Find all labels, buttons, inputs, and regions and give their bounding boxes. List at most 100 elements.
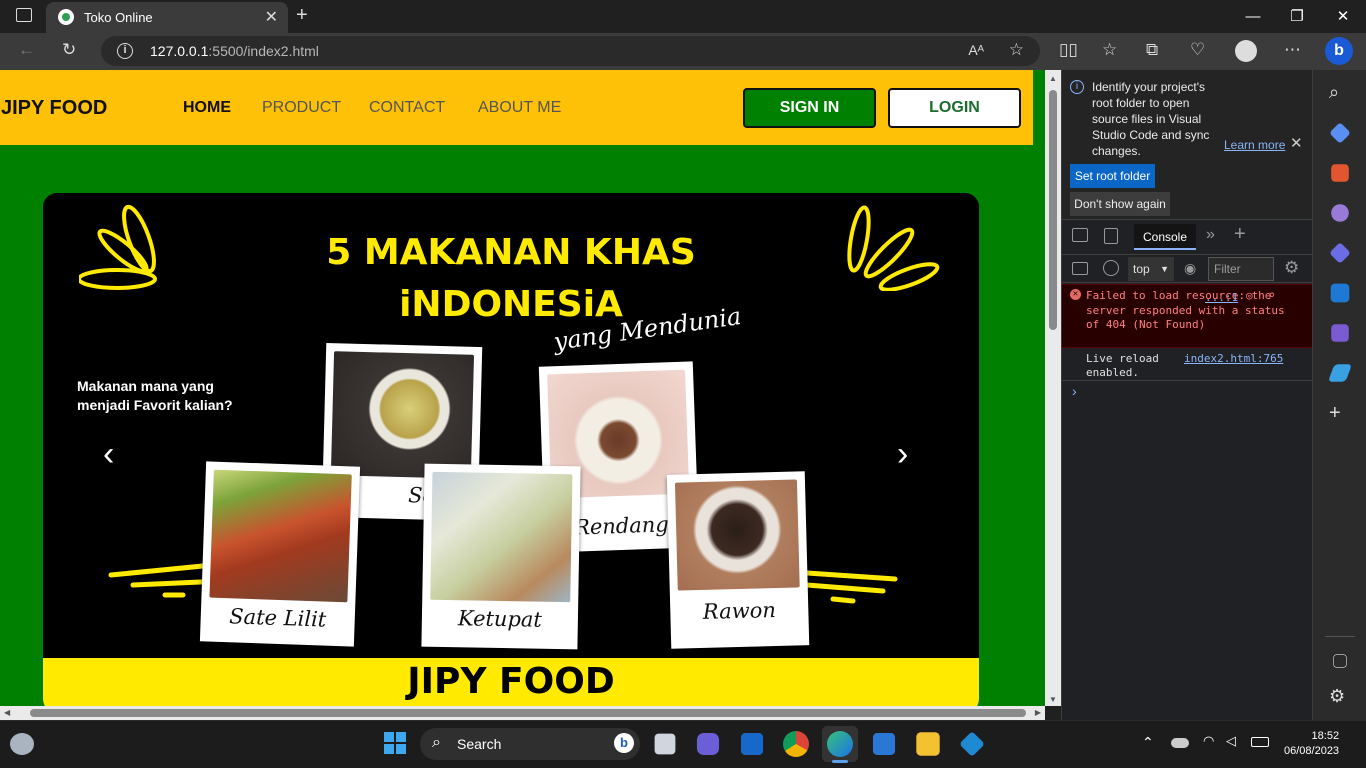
profile-avatar[interactable] [1235,40,1257,62]
favicon-icon [58,9,74,25]
back-icon[interactable]: ← [18,40,35,60]
onedrive-icon[interactable] [1171,738,1189,748]
search-icon[interactable]: ⌕ [1329,82,1351,104]
browser-essentials-icon[interactable]: ♡ [1190,40,1205,60]
refresh-icon[interactable]: ↻ [62,40,76,60]
clock[interactable]: 18:52 06/08/2023 [1284,729,1339,759]
favorite-star-icon[interactable]: ☆ [1009,40,1024,60]
nav-product[interactable]: PRODUCT [262,99,341,117]
bing-copilot-icon[interactable]: b [1325,37,1353,65]
windows-taskbar [0,720,1366,768]
close-infobar-icon[interactable]: ✕ [1290,134,1303,152]
log-source-link[interactable]: index2.html:765 [1184,352,1283,366]
edge-icon[interactable] [827,731,853,757]
hide-sidebar-icon[interactable] [1333,654,1347,668]
inspect-icon[interactable] [1072,228,1088,242]
chrome-icon[interactable] [783,731,809,757]
new-tab-icon[interactable]: + [296,4,308,27]
start-tile-4 [396,744,406,754]
shopping-icon[interactable] [1329,122,1351,144]
food-caption-ketupat: Ketupat [457,606,543,632]
nav-about[interactable]: ABOUT ME [478,99,561,117]
wifi-icon[interactable]: ◠ [1203,733,1214,749]
context-select[interactable]: top ▼ [1128,257,1174,281]
tools-icon[interactable] [1331,164,1349,182]
console-sidebar-icon[interactable] [1072,262,1088,275]
tab-actions-icon[interactable] [16,8,32,22]
question-line2: menjadi Favorit kalian? [77,397,233,413]
clear-console-icon[interactable] [1103,260,1119,276]
teams-icon[interactable] [696,732,720,756]
carousel-prev-icon[interactable]: ‹ [103,435,114,474]
dont-show-again-button[interactable]: Don't show again [1070,192,1170,216]
add-sidebar-app-icon[interactable]: + [1329,402,1351,424]
banner-question: Makanan mana yang menjadi Favorit kalian… [77,377,277,415]
filter-input[interactable]: Filter [1208,257,1274,281]
set-root-folder-button[interactable]: Set root folder [1070,164,1155,188]
nav-home[interactable]: HOME [183,99,231,117]
question-line1: Makanan mana yang [77,378,214,394]
speed-lines-right-icon [804,570,898,604]
horizontal-scrollbar[interactable]: ◀ ▶ [0,706,1045,720]
learn-more-link[interactable]: Learn more [1224,138,1285,152]
favorites-icon[interactable]: ☆ [1102,40,1117,60]
taskbar-search[interactable]: ⌕ Search b [420,728,640,760]
scroll-down-icon[interactable]: ▼ [1049,695,1057,704]
console-prompt-icon[interactable]: › [1072,383,1077,399]
browser-tab[interactable]: Toko Online ✕ [46,2,288,33]
microsoft-365-icon[interactable] [1329,242,1351,264]
site-info-icon[interactable]: i [117,43,133,59]
scroll-up-icon[interactable]: ▲ [1049,74,1057,83]
more-menu-icon[interactable]: ⋯ [1284,40,1301,60]
add-tab-icon[interactable]: + [1234,223,1246,246]
device-toolbar-icon[interactable] [1104,228,1118,244]
weather-icon[interactable] [10,733,34,755]
drop-icon[interactable] [1327,364,1353,382]
ketupat-photo [430,471,573,603]
sign-in-button[interactable]: SIGN IN [743,88,876,128]
windows-start-icon[interactable] [384,732,406,754]
store-icon[interactable] [872,732,896,756]
minimize-icon[interactable]: — [1230,0,1276,33]
games-icon[interactable] [1331,204,1349,222]
console-settings-icon[interactable]: ⚙ [1284,258,1299,278]
site-header: JIPY FOOD HOME PRODUCT CONTACT ABOUT ME … [0,70,1033,145]
login-button[interactable]: LOGIN [888,88,1021,128]
scroll-left-icon[interactable]: ◀ [4,708,10,717]
designer-icon[interactable] [1331,324,1349,342]
split-screen-icon[interactable]: ▯▯ [1059,40,1078,60]
sidebar-settings-icon[interactable]: ⚙ [1329,686,1351,708]
start-tile-3 [384,744,394,754]
banner-title: 5 MAKANAN KHAS iNDONESiA [43,227,979,331]
horizontal-scroll-thumb[interactable] [30,709,1026,717]
file-explorer-icon[interactable] [916,732,940,756]
hp-app-icon[interactable] [740,732,764,756]
url-text: 127.0.0.1:5500/index2.html [150,43,319,59]
read-aloud-icon[interactable]: Aᴬ [968,42,984,58]
search-icon[interactable]: ⌕ [1268,288,1275,303]
battery-icon[interactable] [1251,737,1269,747]
task-view-icon[interactable] [654,733,676,755]
carousel-next-icon[interactable]: › [897,435,908,474]
scroll-right-icon[interactable]: ▶ [1035,708,1041,717]
tab-console[interactable]: Console [1134,224,1196,250]
live-expression-icon[interactable]: ◉ [1184,260,1196,277]
chevron-up-icon[interactable]: ⌃ [1142,734,1154,751]
vertical-scrollbar[interactable]: ▲ ▼ [1045,70,1061,706]
close-tab-icon[interactable]: ✕ [265,7,278,27]
more-tabs-icon[interactable]: » [1206,226,1215,244]
outlook-icon[interactable] [1330,283,1350,303]
collections-icon[interactable]: ⧉ [1146,40,1158,60]
site-logo[interactable]: JIPY FOOD [1,97,107,120]
search-label: Search [457,736,502,752]
error-icon: ✕ [1070,289,1081,300]
error-source-link[interactable]: ...:1 [1205,291,1238,306]
address-bar[interactable]: i 127.0.0.1:5500/index2.html Aᴬ ☆ [101,36,1040,66]
vertical-scroll-thumb[interactable] [1049,90,1057,330]
restore-icon[interactable]: ❐ [1274,0,1320,33]
close-window-icon[interactable]: ✕ [1320,0,1366,33]
nav-contact[interactable]: CONTACT [369,99,445,117]
food-card-rawon: Rawon [666,471,810,649]
insights-icon[interactable]: ◎ [1246,289,1253,304]
volume-icon[interactable]: ◁ [1226,733,1236,749]
